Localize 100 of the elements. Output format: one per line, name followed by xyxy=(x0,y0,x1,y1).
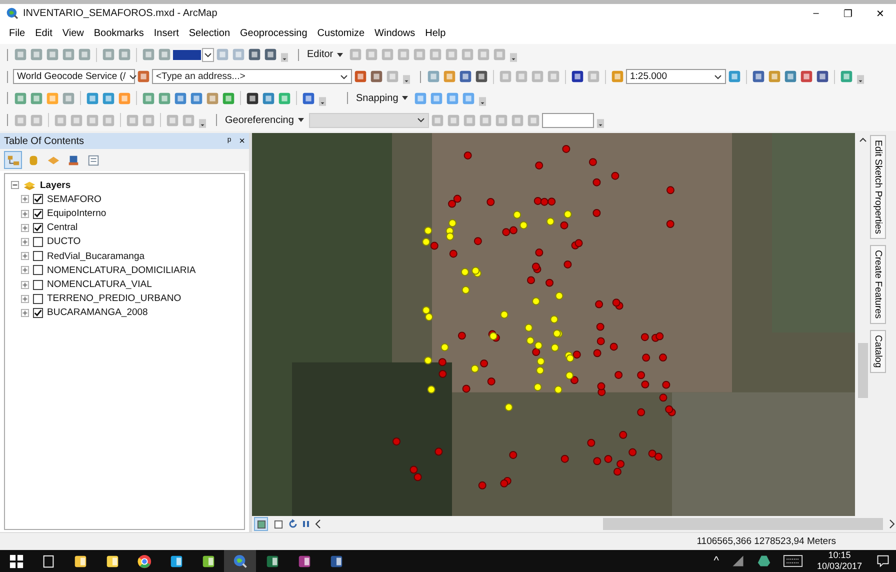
layer-label[interactable]: SEMAFORO xyxy=(47,194,102,205)
layer-label[interactable]: NOMENCLATURA_DOMICILIARIA xyxy=(47,264,196,276)
snapping-menu-button[interactable]: Snapping xyxy=(353,92,402,104)
expand-icon[interactable] xyxy=(21,238,29,246)
layer-checkbox[interactable] xyxy=(33,280,43,290)
menu-item[interactable]: Insert xyxy=(148,28,184,40)
window-control-button[interactable]: – xyxy=(800,4,832,24)
menu-item[interactable]: Windows xyxy=(370,28,420,40)
tool-icon[interactable] xyxy=(301,90,316,106)
layer-label[interactable]: DUCTO xyxy=(47,236,81,248)
data-view-button[interactable] xyxy=(254,517,268,532)
collapse-icon[interactable] xyxy=(11,181,19,190)
toolbar-grip-icon[interactable] xyxy=(6,68,10,85)
address-field[interactable]: <Type an address...> xyxy=(152,69,352,84)
tool-icon[interactable] xyxy=(458,69,473,84)
tool-icon[interactable] xyxy=(815,69,830,84)
expand-icon[interactable] xyxy=(21,294,29,303)
expand-icon[interactable] xyxy=(21,266,29,274)
layer-checkbox[interactable] xyxy=(33,294,43,304)
menu-item[interactable]: Help xyxy=(420,28,451,40)
layer-label[interactable]: EquipoInterno xyxy=(47,208,106,220)
layer-label[interactable]: RedVial_Bucaramanga xyxy=(47,250,145,262)
toolbar-grip-icon[interactable] xyxy=(215,112,219,128)
windows-logo-icon xyxy=(8,554,24,568)
menu-item[interactable]: Customize xyxy=(312,28,370,40)
layer-label[interactable]: BUCARAMANGA_2008 xyxy=(47,307,148,318)
toolbar-options-icon[interactable] xyxy=(479,96,486,106)
tray-expand-button[interactable]: ^ xyxy=(708,555,725,567)
dropdown-arrow-button[interactable] xyxy=(202,48,214,62)
menu-item[interactable]: Selection xyxy=(184,28,236,40)
toolbar-options-icon[interactable] xyxy=(510,53,518,62)
expand-icon[interactable] xyxy=(21,210,29,218)
toolbar-grip-icon[interactable] xyxy=(6,46,10,63)
snap-tool-icon[interactable] xyxy=(445,90,460,106)
snap-tool-icon[interactable] xyxy=(429,90,444,106)
dropdown-caret-icon xyxy=(402,96,408,100)
notification-icon[interactable] xyxy=(876,554,890,568)
expand-icon[interactable] xyxy=(21,308,29,317)
expand-icon[interactable] xyxy=(21,195,29,204)
pause-icon[interactable] xyxy=(301,519,311,530)
layer-checkbox[interactable] xyxy=(33,222,43,233)
expand-icon[interactable] xyxy=(21,224,29,232)
expand-icon[interactable] xyxy=(21,280,29,289)
toolbar-options-icon[interactable] xyxy=(857,75,864,84)
tool-icon[interactable] xyxy=(751,69,766,84)
panel-control-button[interactable]: × xyxy=(235,136,249,147)
locator-icon[interactable] xyxy=(369,69,384,84)
panel-control-button[interactable]: ᵖ xyxy=(223,136,236,147)
scroll-up-icon[interactable] xyxy=(858,137,866,144)
toolbar-grip-icon[interactable] xyxy=(419,68,423,85)
toolbar-options-icon[interactable] xyxy=(596,118,604,128)
layer-label[interactable]: TERRENO_PREDIO_URBANO xyxy=(47,293,182,304)
menu-item[interactable]: Bookmarks xyxy=(88,28,149,40)
tool-icon[interactable] xyxy=(263,47,278,62)
scrollbar-thumb[interactable] xyxy=(858,343,868,398)
layer-checkbox[interactable] xyxy=(33,251,43,262)
layer-label[interactable]: NOMENCLATURA_VIAL xyxy=(47,279,152,290)
layer-group-label[interactable]: Layers xyxy=(40,180,71,191)
menu-item[interactable]: View xyxy=(57,28,89,40)
expand-icon[interactable] xyxy=(21,252,29,260)
side-tab[interactable]: Edit Sketch Properties xyxy=(870,135,886,240)
window-control-button[interactable]: ✕ xyxy=(864,4,896,24)
wifi-icon[interactable] xyxy=(730,554,745,568)
geocode-service-dropdown[interactable]: World Geocode Service (/ xyxy=(13,69,135,84)
tool-icon[interactable] xyxy=(570,69,585,84)
list-view-button[interactable] xyxy=(4,151,22,170)
tool-icon[interactable] xyxy=(245,90,260,106)
toolbar-options-icon[interactable] xyxy=(319,96,326,106)
rotation-field[interactable] xyxy=(542,112,594,128)
toolbar-grip-icon[interactable] xyxy=(297,46,301,63)
snap-tool-icon[interactable] xyxy=(413,90,428,106)
toolbar-options-icon[interactable] xyxy=(281,53,288,62)
refresh-icon[interactable] xyxy=(288,519,298,530)
toolbar-grip-icon[interactable] xyxy=(346,90,350,106)
clock[interactable]: 10:15 10/03/2017 xyxy=(816,550,862,572)
keyboard-icon[interactable] xyxy=(782,554,803,568)
map-scale-dropdown[interactable]: 1:25.000 xyxy=(626,69,726,84)
layer-checkbox[interactable] xyxy=(33,308,43,318)
window-control-button[interactable]: ❐ xyxy=(832,4,864,24)
toolbar-grip-icon[interactable] xyxy=(6,112,10,128)
tool-icon[interactable] xyxy=(247,47,262,62)
menu-item[interactable]: File xyxy=(4,28,30,40)
layer-checkbox[interactable] xyxy=(33,236,43,247)
toolbar-options-icon[interactable] xyxy=(403,75,410,84)
layer-checkbox[interactable] xyxy=(33,208,43,219)
locator-icon[interactable] xyxy=(353,69,368,84)
georeferencing-menu-button[interactable]: Georeferencing xyxy=(222,114,297,126)
menu-item[interactable]: Edit xyxy=(30,28,58,40)
tool-icon[interactable] xyxy=(474,69,489,84)
browser-icon xyxy=(136,554,152,568)
side-tab[interactable]: Create Features xyxy=(870,245,886,324)
layer-checkbox[interactable] xyxy=(33,194,43,204)
layer-checkbox[interactable] xyxy=(33,265,43,276)
toolbar-options-icon[interactable] xyxy=(199,118,206,128)
side-tab[interactable]: Catalog xyxy=(870,330,886,373)
layer-label[interactable]: Central xyxy=(47,222,78,234)
editor-menu-button[interactable]: Editor xyxy=(304,49,336,60)
color-swatch[interactable] xyxy=(173,50,201,60)
toolbar-grip-icon[interactable] xyxy=(6,90,10,106)
menu-item[interactable]: Geoprocessing xyxy=(235,28,312,40)
